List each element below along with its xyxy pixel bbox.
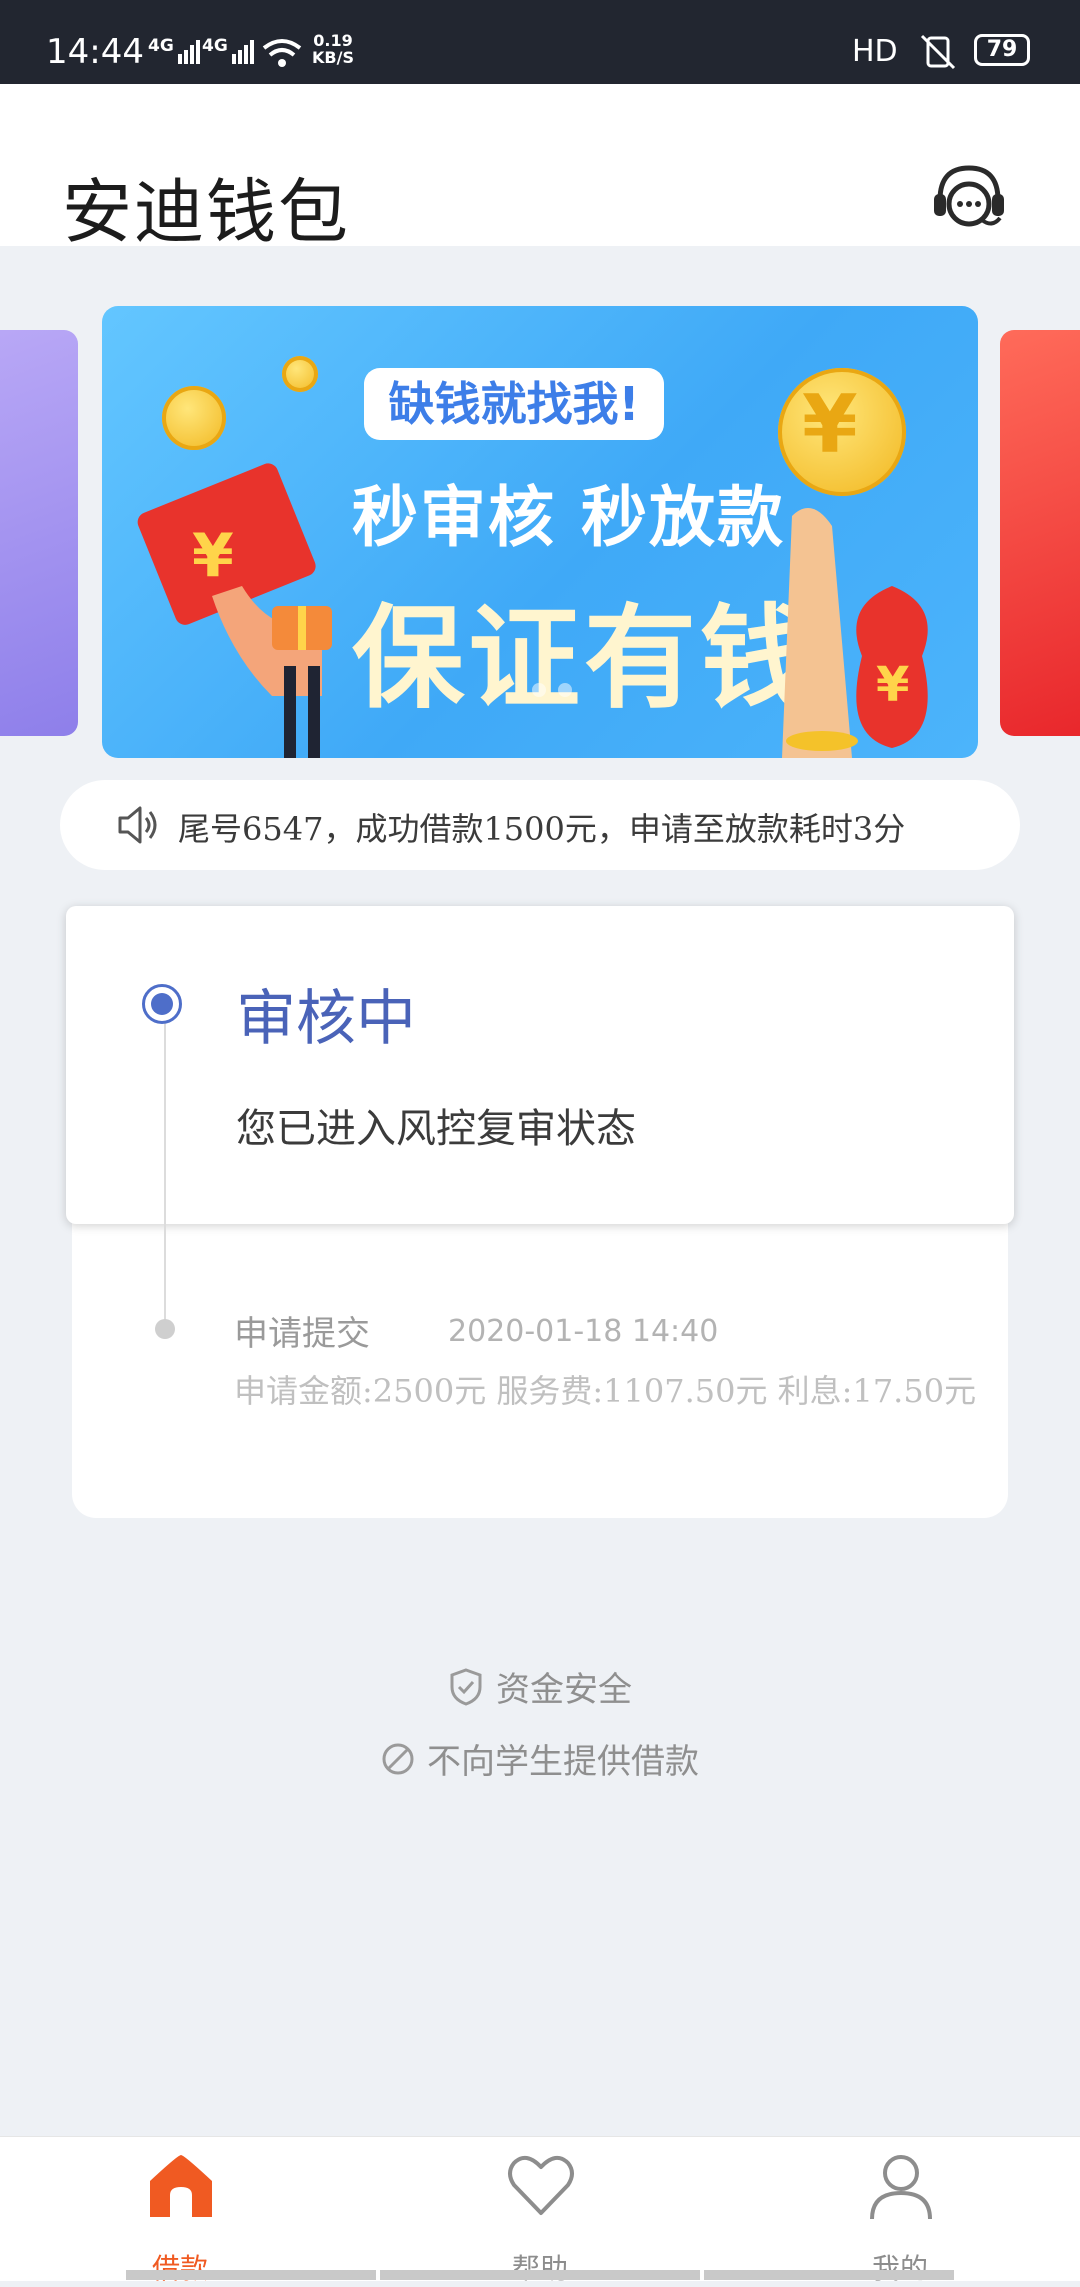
customer-service-button[interactable] — [930, 162, 1008, 232]
home-icon — [150, 2155, 212, 2217]
clock: 14:44 — [46, 32, 144, 72]
app-title: 安迪钱包 — [62, 171, 350, 253]
user-icon — [870, 2155, 932, 2220]
banner-pill-text: 缺钱就找我! — [364, 368, 664, 440]
status-title: 审核中 — [236, 984, 416, 1054]
banner-headline: 秒审核 秒放款 — [352, 479, 785, 556]
tab-help[interactable]: 帮助 — [440, 2151, 640, 2285]
carousel-indicator — [532, 682, 584, 701]
signal-icon — [178, 40, 200, 64]
fund-safety-note: 资金安全 — [0, 1662, 1080, 1711]
battery-indicator: 79 — [974, 34, 1030, 66]
speaker-icon — [118, 806, 157, 844]
notice-text: 尾号6547，成功借款1500元，申请至放款耗时3分 — [178, 810, 906, 848]
coin-icon — [162, 386, 226, 450]
network-indicator-1: 4G — [148, 36, 174, 56]
banner-carousel[interactable]: ¥ 缺钱就找我! 秒审核 秒放款 保证有钱 ¥ ¥ — [0, 306, 1080, 758]
shield-check-icon — [450, 1667, 482, 1706]
gift-person-icon — [272, 606, 332, 758]
prohibited-icon — [382, 1743, 414, 1774]
tab-underline — [126, 2270, 376, 2280]
tab-mine[interactable]: 我的 — [800, 2151, 1000, 2285]
timeline-connector — [164, 1004, 166, 1330]
mute-vibrate-icon — [920, 34, 956, 70]
banner-slogan: 保证有钱 — [352, 594, 816, 724]
svg-text:¥: ¥ — [876, 657, 909, 713]
tab-underline — [704, 2270, 954, 2280]
app-header: 安迪钱包 — [0, 84, 1080, 253]
money-bag-icon: ¥ — [782, 508, 928, 758]
tab-underline-bars — [0, 2270, 1080, 2280]
timeline-dot — [155, 1319, 175, 1339]
signal-icon-2 — [232, 40, 254, 64]
coin-icon — [282, 356, 318, 392]
timeline-step-label: 申请提交 — [234, 1314, 370, 1354]
review-status-card — [66, 906, 1014, 1224]
heart-icon — [508, 2155, 574, 2215]
bottom-tab-bar: 借款 帮助 我的 — [0, 2136, 1080, 2285]
tab-underline — [380, 2270, 700, 2280]
status-bar: 14:44 4G 4G 0.19 KB/S HD 79 — [0, 0, 1080, 84]
tab-loan[interactable]: 借款 — [80, 2151, 280, 2285]
banner-prev-slide[interactable] — [0, 330, 78, 736]
timeline-step-detail: 申请金额:2500元 服务费:1107.50元 利息:17.50元 — [234, 1372, 977, 1410]
banner-next-slide[interactable] — [1000, 330, 1080, 736]
yen-symbol: ¥ — [802, 378, 858, 471]
timeline-dot-active — [142, 984, 182, 1024]
hd-indicator: HD — [852, 34, 898, 69]
customer-service-icon — [934, 165, 1004, 227]
banner-current-slide[interactable]: ¥ 缺钱就找我! 秒审核 秒放款 保证有钱 ¥ ¥ — [102, 306, 978, 758]
timeline-step-time: 2020-01-18 14:40 — [448, 1314, 719, 1349]
no-student-loan-note: 不向学生提供借款 — [0, 1734, 1080, 1783]
loan-notice-bar: 尾号6547，成功借款1500元，申请至放款耗时3分 — [60, 780, 1020, 870]
status-description: 您已进入风控复审状态 — [236, 1106, 636, 1152]
network-indicator-2: 4G — [202, 36, 228, 56]
network-speed: 0.19 KB/S — [312, 31, 354, 67]
svg-text:¥: ¥ — [192, 521, 234, 591]
carousel-dot — [558, 683, 572, 697]
wifi-icon — [262, 39, 302, 67]
carousel-dot — [532, 683, 546, 697]
